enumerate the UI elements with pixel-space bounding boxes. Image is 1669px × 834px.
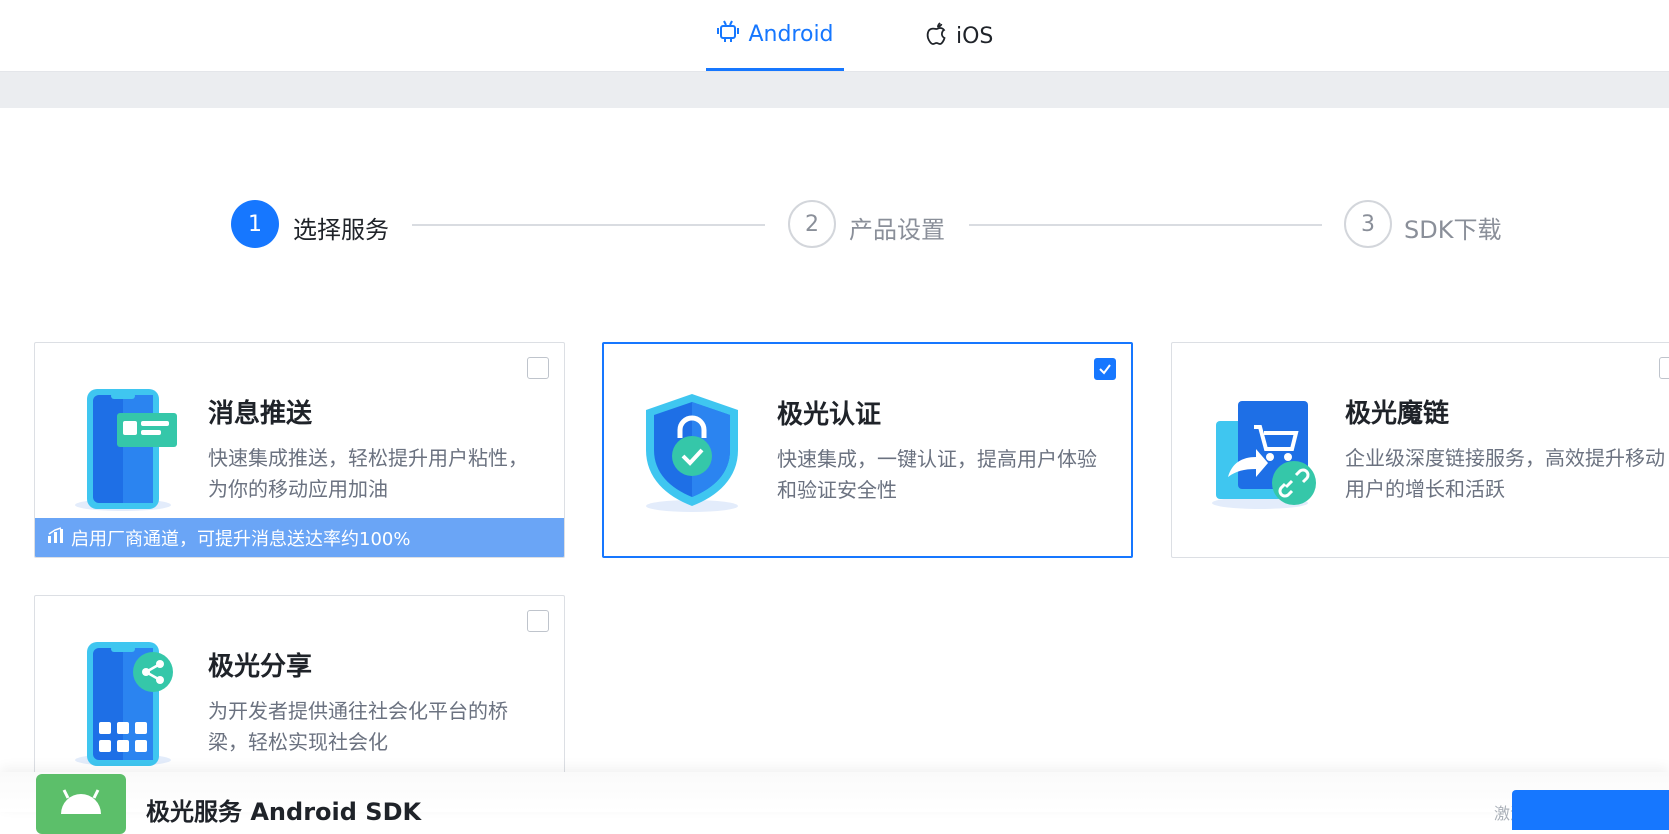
vendor-channel-banner: 启用厂商通道，可提升消息送达率约100% (35, 518, 564, 557)
service-checkbox[interactable] (527, 357, 549, 379)
tab-android[interactable]: Android (706, 0, 844, 71)
download-button[interactable] (1512, 790, 1669, 830)
android-robot-icon (36, 774, 126, 834)
tab-android-label: Android (748, 21, 834, 47)
step-connector (412, 224, 765, 226)
step-connector (969, 224, 1322, 226)
service-description: 为开发者提供通往社会化平台的桥梁，轻松实现社会化 (208, 699, 508, 754)
step-3-label: SDK下载 (1404, 216, 1502, 244)
cart-link-icon (1208, 387, 1320, 513)
bar-chart-icon (47, 526, 65, 549)
android-icon (716, 18, 740, 50)
tab-ios[interactable]: iOS (924, 0, 993, 72)
service-description: 企业级深度链接服务，高效提升移动用户的增长和活跃 (1345, 446, 1665, 501)
step-3-circle: 3 (1344, 200, 1392, 248)
service-checkbox[interactable] (1094, 358, 1116, 380)
platform-tab-bar: Android iOS (0, 0, 1669, 72)
check-icon (1099, 364, 1111, 375)
apple-icon (924, 20, 948, 52)
sdk-title: 极光服务 Android SDK (146, 798, 422, 826)
step-indicator: 1 选择服务 2 产品设置 3 SDK下载 (0, 200, 1669, 250)
service-card-push[interactable]: 消息推送 快速集成推送，轻松提升用户粘性，为你的移动应用加油 启用厂商通道，可提… (34, 342, 565, 558)
phone-share-icon (71, 640, 183, 766)
service-card-magiclink[interactable]: 极光魔链 企业级深度链接服务，高效提升移动用户的增长和活跃 (1171, 342, 1669, 558)
header-divider-band (0, 72, 1669, 108)
service-title: 极光分享 (208, 652, 313, 682)
service-title: 极光认证 (777, 400, 882, 430)
step-1-label: 选择服务 (293, 216, 389, 244)
service-checkbox[interactable] (527, 610, 549, 632)
service-title: 消息推送 (208, 399, 313, 429)
step-1-circle: 1 (231, 200, 279, 248)
service-description: 快速集成推送，轻松提升用户粘性，为你的移动应用加油 (208, 446, 528, 501)
service-card-verification[interactable]: 极光认证 快速集成，一键认证，提高用户体验和验证安全性 (602, 342, 1133, 558)
tab-ios-label: iOS (956, 23, 994, 49)
service-title: 极光魔链 (1345, 399, 1450, 429)
phone-push-icon (71, 387, 183, 513)
shield-lock-icon (640, 388, 752, 514)
step-2-label: 产品设置 (849, 216, 945, 244)
step-2-circle: 2 (788, 200, 836, 248)
banner-text: 启用厂商通道，可提升消息送达率约100% (71, 528, 411, 550)
service-checkbox[interactable] (1659, 357, 1669, 379)
service-description: 快速集成，一键认证，提高用户体验和验证安全性 (777, 447, 1097, 502)
